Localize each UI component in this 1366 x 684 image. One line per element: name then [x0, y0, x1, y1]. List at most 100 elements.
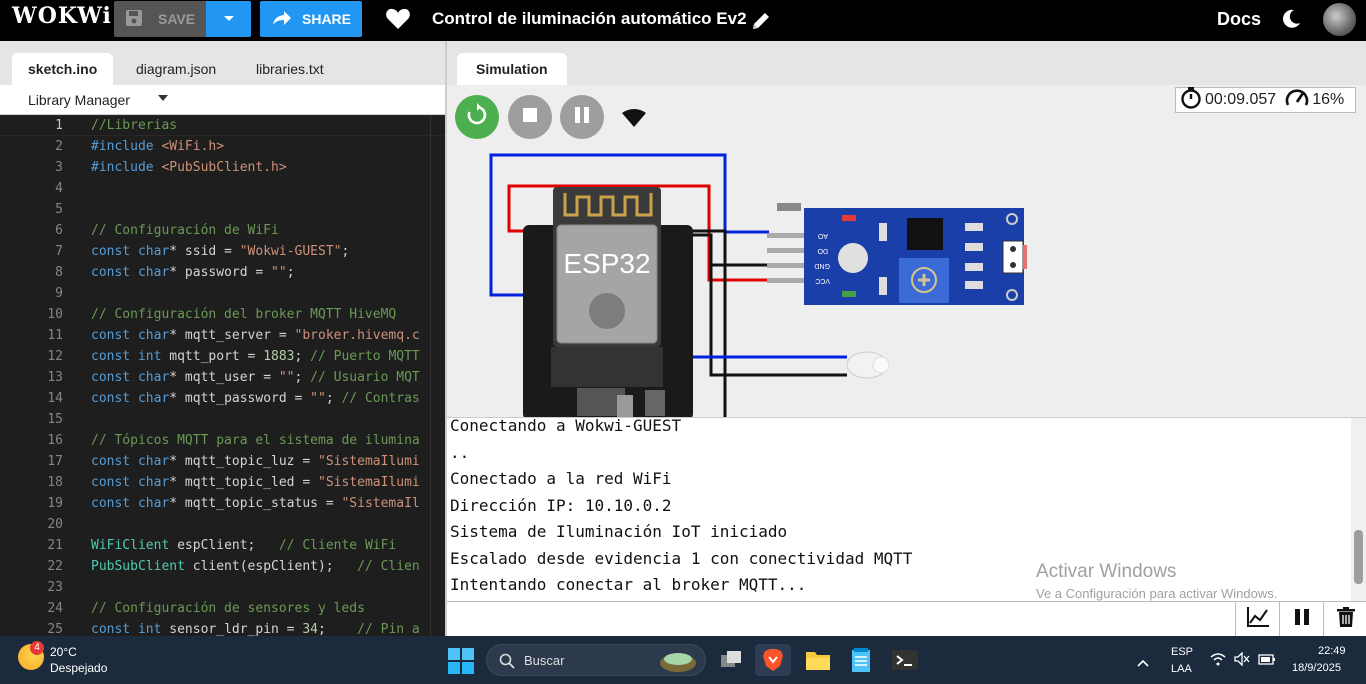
- notepad-icon[interactable]: [843, 644, 879, 676]
- code-line[interactable]: 14 const char* mqtt_password = ""; // Con…: [0, 388, 445, 409]
- docs-link[interactable]: Docs: [1217, 9, 1261, 30]
- code-text: const char* mqtt_topic_status = "Sistema…: [91, 496, 420, 511]
- code-text: // Configuración de WiFi: [91, 223, 279, 238]
- brave-browser-icon[interactable]: [755, 644, 791, 676]
- chevron-down-icon: [223, 10, 235, 28]
- volume-muted-icon[interactable]: [1234, 651, 1250, 671]
- console-scrollbar[interactable]: [1351, 418, 1366, 601]
- search-highlight-icon: [657, 649, 699, 678]
- editor-scrollbar[interactable]: [430, 115, 445, 636]
- pencil-edit-icon[interactable]: [750, 10, 772, 37]
- serial-monitor[interactable]: Conectando a Wokwi-GUEST.. Conectado a la…: [447, 417, 1366, 601]
- line-number: 9: [55, 286, 63, 301]
- code-line[interactable]: 16 // Tópicos MQTT para el sistema de ilu…: [0, 430, 445, 451]
- file-explorer-icon[interactable]: [800, 644, 836, 676]
- serial-plotter-button[interactable]: [1235, 602, 1279, 636]
- console-line: Dirección IP: 10.10.0.2: [450, 495, 672, 515]
- code-line[interactable]: 15: [0, 409, 445, 430]
- line-number: 18: [47, 475, 63, 490]
- line-number: 4: [55, 181, 63, 196]
- share-arrow-icon: [272, 10, 292, 29]
- library-manager-label: Library Manager: [28, 92, 130, 108]
- save-icon: [124, 8, 144, 31]
- project-title: Control de iluminación automático Ev2: [432, 9, 747, 28]
- tab-simulation[interactable]: Simulation: [457, 53, 567, 85]
- console-scroll-thumb[interactable]: [1354, 530, 1363, 584]
- tab-sketch-ino[interactable]: sketch.ino: [12, 53, 114, 85]
- console-pause-button[interactable]: [1279, 602, 1323, 636]
- heart-icon[interactable]: [385, 7, 411, 36]
- chevron-up-icon[interactable]: [1137, 654, 1149, 672]
- line-number: 11: [47, 328, 63, 343]
- line-number: 8: [55, 265, 63, 280]
- windows-start-icon[interactable]: [448, 648, 474, 679]
- wifi-signal-icon[interactable]: [1210, 652, 1226, 671]
- user-avatar[interactable]: [1323, 3, 1356, 36]
- code-line[interactable]: 18 const char* mqtt_topic_led = "SistemaI…: [0, 472, 445, 493]
- weather-description[interactable]: Despejado: [50, 661, 107, 675]
- code-line[interactable]: 24 // Configuración de sensores y leds: [0, 598, 445, 619]
- windows-taskbar: 4 20°C Despejado Buscar ESP LAA 22:49 18…: [0, 636, 1366, 684]
- code-line[interactable]: 10 // Configuración del broker MQTT HiveM…: [0, 304, 445, 325]
- line-number: 7: [55, 244, 63, 259]
- keyboard-layout-indicator[interactable]: LAA: [1171, 663, 1192, 675]
- battery-icon[interactable]: [1258, 652, 1276, 671]
- task-view-icon[interactable]: [714, 644, 750, 676]
- console-line: ..: [450, 442, 470, 462]
- console-input-bar: [447, 601, 1366, 636]
- code-text: const char* mqtt_password = ""; // Contr…: [91, 391, 420, 406]
- serial-input[interactable]: [447, 602, 1234, 636]
- esp32-label: ESP32: [563, 248, 650, 279]
- save-label: SAVE: [158, 11, 196, 27]
- tab-diagram-json[interactable]: diagram.json: [120, 53, 232, 85]
- code-line[interactable]: 23: [0, 577, 445, 598]
- code-line[interactable]: 9: [0, 283, 445, 304]
- code-line[interactable]: 21 WiFiClient espClient; // Cliente WiFi: [0, 535, 445, 556]
- simulation-canvas[interactable]: 00:09.057 16% ESP32 AO DO GND VCC: [447, 85, 1366, 417]
- chart-line-icon: [1246, 606, 1270, 633]
- code-line[interactable]: 8 const char* password = "";: [0, 262, 445, 283]
- code-line[interactable]: 5: [0, 199, 445, 220]
- white-led: [846, 351, 890, 379]
- code-line[interactable]: 20: [0, 514, 445, 535]
- search-icon: [499, 653, 515, 674]
- code-line[interactable]: 7 const char* ssid = "Wokwi-GUEST";: [0, 241, 445, 262]
- pin-label-gnd: GND: [814, 262, 830, 269]
- language-indicator[interactable]: ESP: [1171, 646, 1193, 658]
- wokwi-logo[interactable]: WOKWi: [12, 3, 112, 29]
- code-line[interactable]: 6 // Configuración de WiFi: [0, 220, 445, 241]
- code-line[interactable]: 22 PubSubClient client(espClient); // Cli…: [0, 556, 445, 577]
- code-line[interactable]: 2 #include <WiFi.h>: [0, 136, 445, 157]
- code-text: WiFiClient espClient; // Cliente WiFi: [91, 538, 397, 553]
- line-number: 21: [47, 538, 63, 553]
- line-number: 14: [47, 391, 63, 406]
- share-button[interactable]: SHARE: [260, 1, 362, 37]
- clock-time[interactable]: 22:49: [1318, 645, 1346, 657]
- clock-date[interactable]: 18/9/2025: [1292, 662, 1341, 674]
- code-line[interactable]: 12 const int mqtt_port = 1883; // Puerto …: [0, 346, 445, 367]
- save-options-dropdown[interactable]: [206, 1, 251, 37]
- console-clear-button[interactable]: [1323, 602, 1366, 636]
- code-line[interactable]: 1 //Librerias: [0, 115, 445, 136]
- dark-mode-moon-icon[interactable]: [1280, 8, 1302, 35]
- line-number: 25: [47, 622, 63, 636]
- tab-libraries-txt[interactable]: libraries.txt: [240, 53, 340, 85]
- save-button[interactable]: SAVE: [114, 1, 206, 37]
- code-line[interactable]: 3 #include <PubSubClient.h>: [0, 157, 445, 178]
- code-area[interactable]: 1 //Librerias 2 #include <WiFi.h> 3 #include …: [0, 115, 445, 636]
- code-line[interactable]: 11 const char* mqtt_server = "broker.hive…: [0, 325, 445, 346]
- code-text: const int mqtt_port = 1883; // Puerto MQ…: [91, 349, 420, 364]
- code-line[interactable]: 4: [0, 178, 445, 199]
- top-bar: WOKWi SAVE SHARE Control de iluminación …: [0, 0, 1366, 41]
- weather-temperature[interactable]: 20°C: [50, 645, 77, 659]
- line-number: 13: [47, 370, 63, 385]
- code-line[interactable]: 25 const int sensor_ldr_pin = 34; // Pin …: [0, 619, 445, 636]
- code-line[interactable]: 17 const char* mqtt_topic_luz = "SistemaI…: [0, 451, 445, 472]
- code-line[interactable]: 19 const char* mqtt_topic_status = "Siste…: [0, 493, 445, 514]
- taskbar-search[interactable]: Buscar: [486, 644, 706, 676]
- code-line[interactable]: 13 const char* mqtt_user = ""; // Usuario…: [0, 367, 445, 388]
- line-number: 2: [55, 139, 63, 154]
- library-manager-bar[interactable]: Library Manager: [0, 85, 445, 115]
- terminal-icon[interactable]: [887, 644, 923, 676]
- editor-tab-bar: sketch.ino diagram.json libraries.txt: [0, 41, 445, 85]
